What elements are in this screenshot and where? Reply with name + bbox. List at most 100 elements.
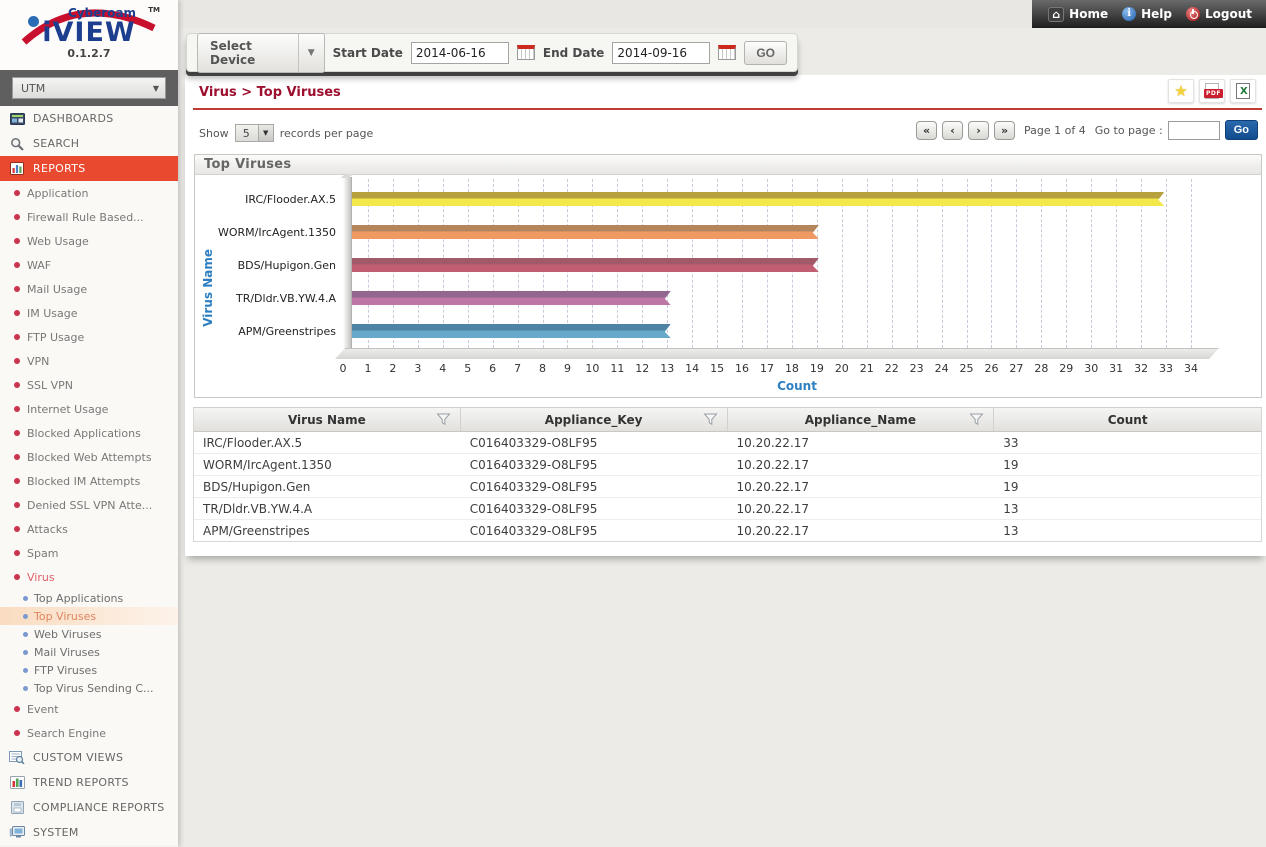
sidebar-item-im-usage[interactable]: IM Usage — [0, 301, 178, 325]
export-excel-button[interactable] — [1230, 79, 1256, 103]
bar-irc-flooder-ax-5[interactable] — [352, 192, 1164, 206]
sidebar-item-blocked-web-attempts[interactable]: Blocked Web Attempts — [0, 445, 178, 469]
column-header-label: Count — [1108, 413, 1148, 427]
sidebar-item-label: CUSTOM VIEWS — [33, 751, 123, 764]
show-label: Show — [199, 127, 229, 140]
category-label: IRC/Flooder.AX.5 — [221, 183, 343, 216]
sidebar-item-waf[interactable]: WAF — [0, 253, 178, 277]
select-device-dropdown[interactable]: Select Device ▼ — [197, 33, 325, 73]
table-row[interactable]: APM/GreenstripesC016403329-O8LF9510.20.2… — [194, 520, 1261, 541]
home-button[interactable]: ⌂ Home — [1048, 7, 1108, 22]
goto-page-go-button[interactable]: Go — [1225, 120, 1258, 140]
column-header-appliance-key[interactable]: Appliance_Key — [461, 408, 728, 431]
sidebar-item-attacks[interactable]: Attacks — [0, 517, 178, 541]
first-page-button[interactable]: « — [916, 121, 937, 140]
sidebar-item-label: IM Usage — [27, 307, 78, 320]
table-row[interactable]: IRC/Flooder.AX.5C016403329-O8LF9510.20.2… — [194, 432, 1261, 454]
sidebar-item-ftp-usage[interactable]: FTP Usage — [0, 325, 178, 349]
sidebar-item-label: DASHBOARDS — [33, 112, 114, 125]
bar-top-face — [354, 255, 824, 258]
x-tick-label: 23 — [910, 362, 924, 375]
sidebar-item-firewall-rule-based[interactable]: Firewall Rule Based... — [0, 205, 178, 229]
sidebar-subitem-top-virus-sending-c[interactable]: Top Virus Sending C... — [0, 679, 178, 697]
bar-tr-dldr-vb-yw-4-a[interactable] — [352, 291, 671, 305]
start-date-input[interactable] — [411, 42, 509, 64]
sidebar-item-search-engine[interactable]: Search Engine — [0, 721, 178, 745]
sidebar-item-label: Web Usage — [27, 235, 89, 248]
export-excel-icon — [1236, 83, 1250, 99]
table-cell: 10.20.22.17 — [728, 498, 995, 519]
help-button[interactable]: i Help — [1122, 7, 1172, 21]
sidebar-item-internet-usage[interactable]: Internet Usage — [0, 397, 178, 421]
x-tick-label: 1 — [364, 362, 371, 375]
sidebar-subitem-web-viruses[interactable]: Web Viruses — [0, 625, 178, 643]
export-pdf-button[interactable] — [1199, 79, 1225, 103]
x-tick-label: 18 — [785, 362, 799, 375]
sidebar-item-trend-reports[interactable]: TREND REPORTS — [0, 770, 178, 795]
table-row[interactable]: BDS/Hupigon.GenC016403329-O8LF9510.20.22… — [194, 476, 1261, 498]
column-header-count[interactable]: Count — [994, 408, 1261, 431]
column-header-appliance-name[interactable]: Appliance_Name — [728, 408, 995, 431]
sidebar-item-event[interactable]: Event — [0, 697, 178, 721]
favorite-button[interactable]: ★ — [1168, 79, 1194, 103]
chart-panel: Top Viruses Virus Name IRC/Flooder.AX.5W… — [194, 154, 1262, 398]
table-cell: WORM/IrcAgent.1350 — [194, 454, 461, 475]
per-page-select[interactable]: 5 ▼ — [235, 124, 274, 142]
column-header-label: Appliance_Key — [545, 413, 643, 427]
bullet-icon — [14, 190, 20, 196]
sidebar-subitem-ftp-viruses[interactable]: FTP Viruses — [0, 661, 178, 679]
calendar-icon[interactable] — [517, 45, 535, 60]
filter-funnel-icon[interactable] — [969, 413, 984, 429]
system-icon — [9, 826, 25, 839]
sidebar-subitem-top-applications[interactable]: Top Applications — [0, 589, 178, 607]
category-label: BDS/Hupigon.Gen — [221, 249, 343, 282]
bar-apm-greenstripes[interactable] — [352, 324, 671, 338]
sidebar-item-virus[interactable]: Virus — [0, 565, 178, 589]
goto-page-input[interactable] — [1168, 121, 1220, 140]
table-cell: 10.20.22.17 — [728, 454, 995, 475]
last-page-button[interactable]: » — [994, 121, 1015, 140]
sidebar-item-compliance-reports[interactable]: COMPLIANCE REPORTS — [0, 795, 178, 820]
table-cell: BDS/Hupigon.Gen — [194, 476, 461, 497]
filter-funnel-icon[interactable] — [436, 413, 451, 429]
end-date-input[interactable] — [612, 42, 710, 64]
bar-worm-ircagent-1350[interactable] — [352, 225, 819, 239]
sidebar-item-reports[interactable]: REPORTS — [0, 156, 178, 181]
sidebar-item-system[interactable]: SYSTEM — [0, 820, 178, 845]
sidebar-subitem-top-viruses[interactable]: Top Viruses — [0, 607, 178, 625]
sidebar-item-vpn[interactable]: VPN — [0, 349, 178, 373]
sidebar-item-dashboards[interactable]: DASHBOARDS — [0, 106, 178, 131]
sidebar-item-mail-usage[interactable]: Mail Usage — [0, 277, 178, 301]
sidebar-item-label: REPORTS — [33, 162, 86, 175]
table-row[interactable]: TR/Dldr.VB.YW.4.AC016403329-O8LF9510.20.… — [194, 498, 1261, 520]
reports-icon — [9, 162, 25, 175]
device-selector-band: UTM ▼ — [0, 70, 178, 106]
sidebar-subitem-mail-viruses[interactable]: Mail Viruses — [0, 643, 178, 661]
sidebar-item-ssl-vpn[interactable]: SSL VPN — [0, 373, 178, 397]
sidebar-item-label: Blocked Applications — [27, 427, 141, 440]
bullet-icon — [14, 238, 20, 244]
sidebar-menu: DASHBOARDS SEARCH REPORTS ApplicationFirewa… — [0, 106, 178, 845]
filter-funnel-icon[interactable] — [703, 413, 718, 429]
sidebar: Cyberoam TM iVIEW 0.1.2.7 UTM ▼ DASHBOAR… — [0, 0, 178, 847]
sidebar-item-custom-views[interactable]: CUSTOM VIEWS — [0, 745, 178, 770]
bar-bds-hupigon-gen[interactable] — [352, 258, 819, 272]
device-type-select[interactable]: UTM ▼ — [12, 77, 166, 99]
sidebar-item-denied-ssl-vpn-atte[interactable]: Denied SSL VPN Atte... — [0, 493, 178, 517]
sidebar-item-spam[interactable]: Spam — [0, 541, 178, 565]
sidebar-item-blocked-applications[interactable]: Blocked Applications — [0, 421, 178, 445]
logout-button[interactable]: Logout — [1186, 7, 1252, 21]
column-header-virus-name[interactable]: Virus Name — [194, 408, 461, 431]
next-page-button[interactable]: › — [968, 121, 989, 140]
sidebar-item-blocked-im-attempts[interactable]: Blocked IM Attempts — [0, 469, 178, 493]
x-tick-label: 17 — [760, 362, 774, 375]
sidebar-item-application[interactable]: Application — [0, 181, 178, 205]
calendar-icon[interactable] — [718, 45, 736, 60]
prev-page-button[interactable]: ‹ — [942, 121, 963, 140]
axis-wall — [343, 177, 352, 348]
page-status: Page 1 of 4 — [1024, 124, 1086, 137]
table-row[interactable]: WORM/IrcAgent.1350C016403329-O8LF9510.20… — [194, 454, 1261, 476]
toolbar-go-button[interactable]: GO — [744, 41, 787, 65]
sidebar-item-search[interactable]: SEARCH — [0, 131, 178, 156]
sidebar-item-web-usage[interactable]: Web Usage — [0, 229, 178, 253]
